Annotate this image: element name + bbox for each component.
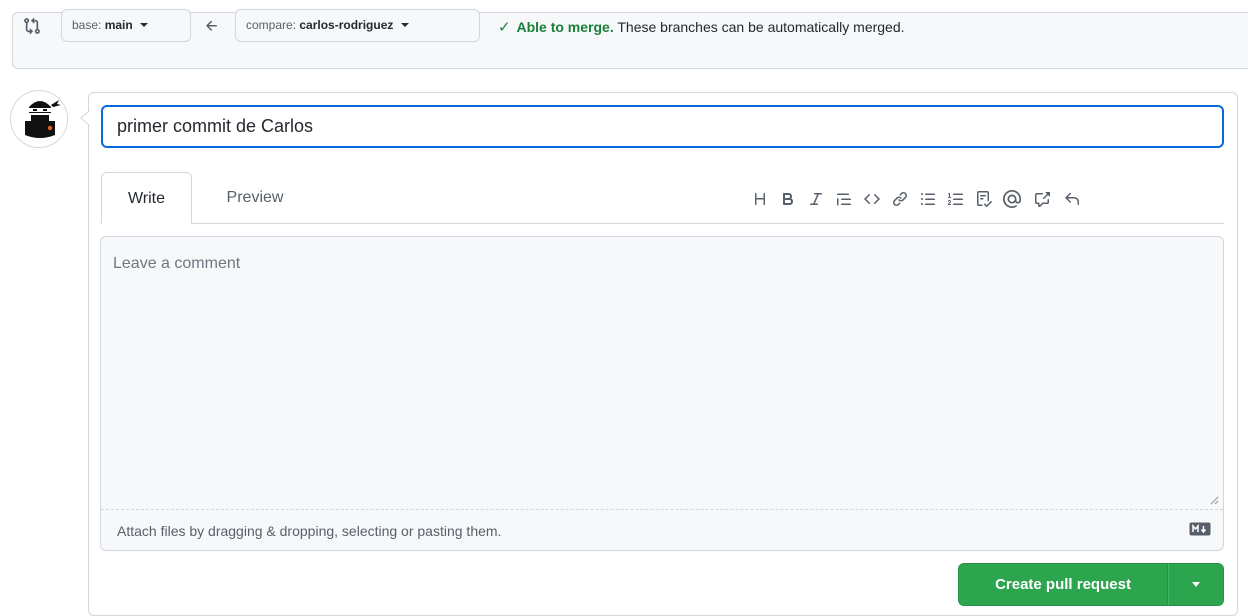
- quote-icon[interactable]: [832, 186, 856, 212]
- merge-status: ✓ Able to merge. These branches can be a…: [498, 17, 905, 38]
- unordered-list-icon[interactable]: [916, 186, 940, 212]
- ninja-avatar-icon: [11, 91, 67, 147]
- italic-icon[interactable]: [804, 186, 828, 212]
- avatar[interactable]: [10, 90, 68, 148]
- reply-icon[interactable]: [1060, 186, 1084, 212]
- base-branch-button[interactable]: base: main: [61, 9, 191, 42]
- heading-icon[interactable]: [748, 186, 772, 212]
- create-pull-request-group: Create pull request: [958, 563, 1224, 606]
- attach-files-bar[interactable]: Attach files by dragging & dropping, sel…: [101, 509, 1223, 551]
- caret-down-icon: [400, 23, 409, 27]
- comment-box: Attach files by dragging & dropping, sel…: [100, 236, 1224, 551]
- markdown-icon[interactable]: [1189, 522, 1211, 536]
- base-branch-label: base:: [72, 18, 102, 32]
- tab-preview[interactable]: Preview: [205, 172, 305, 224]
- speech-pointer: [80, 110, 90, 126]
- bold-icon[interactable]: [776, 186, 800, 212]
- tab-write[interactable]: Write: [101, 172, 192, 224]
- merge-status-detail: These branches can be automatically merg…: [617, 19, 905, 35]
- title-input[interactable]: [101, 105, 1224, 148]
- cross-reference-icon[interactable]: [1030, 186, 1054, 212]
- task-list-icon[interactable]: [972, 186, 996, 212]
- check-icon: ✓: [498, 19, 511, 36]
- compare-branch-label: compare:: [246, 18, 297, 32]
- caret-down-icon: [140, 23, 149, 27]
- link-icon[interactable]: [888, 186, 912, 212]
- compare-branch-value: carlos-rodriguez: [299, 18, 394, 32]
- caret-down-icon: [1192, 582, 1200, 587]
- create-pull-request-button[interactable]: Create pull request: [958, 563, 1168, 606]
- resize-handle-icon[interactable]: [1209, 495, 1219, 505]
- merge-status-ok: Able to merge.: [516, 19, 614, 35]
- create-options-dropdown[interactable]: [1168, 563, 1224, 606]
- mention-icon[interactable]: [1000, 186, 1024, 212]
- git-compare-icon: [24, 17, 40, 35]
- arrow-left-icon: [206, 20, 217, 31]
- compare-branch-button[interactable]: compare: carlos-rodriguez: [235, 9, 480, 42]
- comment-textarea[interactable]: [101, 237, 1223, 509]
- code-icon[interactable]: [860, 186, 884, 212]
- ordered-list-icon[interactable]: [944, 186, 968, 212]
- base-branch-value: main: [104, 18, 133, 32]
- attach-files-text: Attach files by dragging & dropping, sel…: [117, 523, 502, 539]
